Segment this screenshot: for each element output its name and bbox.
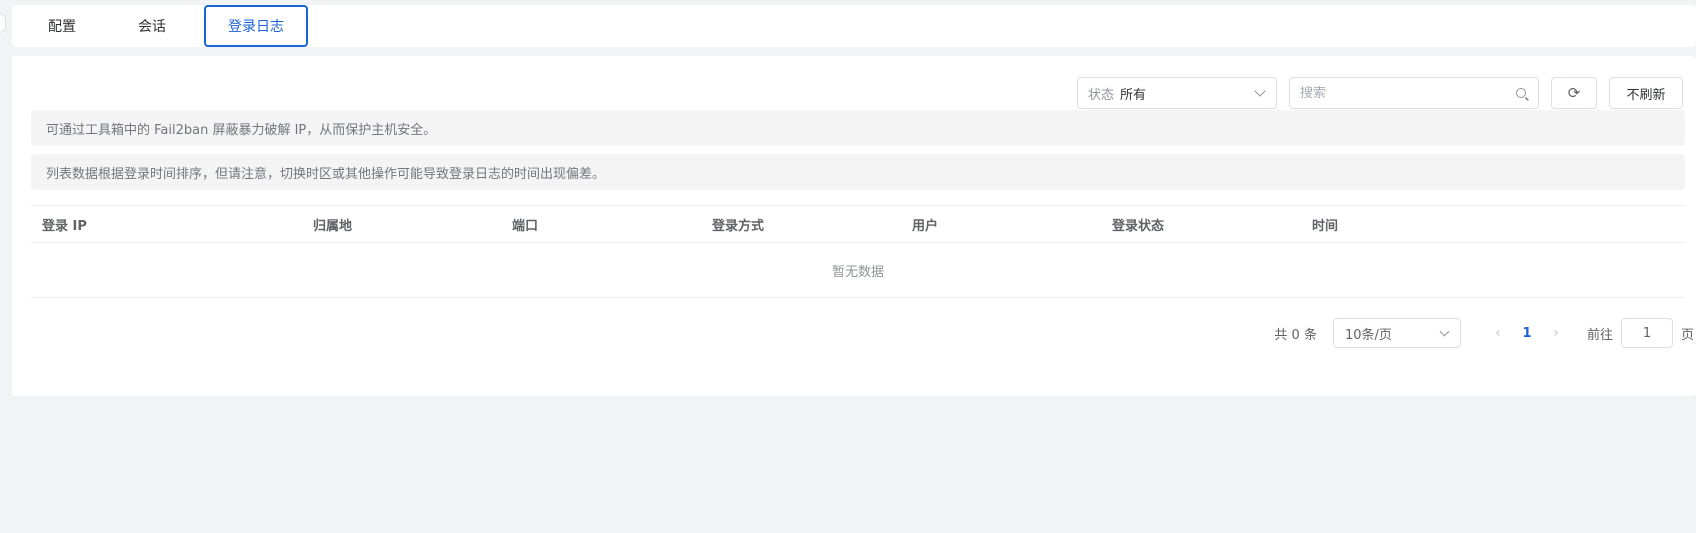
tab-session[interactable]: 会话: [114, 5, 190, 47]
next-page-button[interactable]: ›: [1541, 325, 1571, 341]
status-filter-select[interactable]: 状态 所有: [1077, 77, 1277, 109]
column-port: 端口: [512, 218, 539, 234]
collapse-handle[interactable]: [0, 13, 6, 33]
table-header: 登录 IP 归属地 端口 登录方式 用户 登录状态 时间: [31, 205, 1685, 243]
tab-login-log[interactable]: 登录日志: [204, 5, 308, 47]
notice-timezone: 列表数据根据登录时间排序，但请注意，切换时区或其他操作可能导致登录日志的时间出现…: [31, 154, 1685, 190]
status-filter-label: 状态: [1088, 87, 1115, 103]
search-icon[interactable]: [1516, 88, 1526, 98]
empty-state: 暂无数据: [31, 243, 1685, 298]
goto-label: 前往: [1586, 327, 1613, 343]
column-time: 时间: [1312, 218, 1339, 234]
column-login-ip: 登录 IP: [42, 218, 87, 234]
pagination-total: 共 0 条: [1274, 327, 1317, 343]
page-size-value: 10条/页: [1344, 327, 1392, 343]
refresh-icon: ⟳: [1567, 84, 1581, 102]
notice-fail2ban: 可通过工具箱中的 Fail2ban 屏蔽暴力破解 IP，从而保护主机安全。: [31, 110, 1685, 146]
login-log-panel: 状态 所有 ⟳ 不刷新 可通过工具箱中的 Fail2ban 屏蔽暴力破解 IP，…: [12, 56, 1696, 396]
column-login-status: 登录状态: [1112, 218, 1165, 234]
status-filter-value: 所有: [1120, 87, 1147, 103]
auto-refresh-button[interactable]: 不刷新: [1609, 77, 1683, 109]
chevron-down-icon: [1439, 326, 1450, 337]
page-unit-label: 页: [1680, 327, 1694, 343]
pagination: 共 0 条 10条/页 ‹ 1 › 前往 页: [1274, 318, 1696, 348]
page-number-current[interactable]: 1: [1513, 326, 1541, 341]
column-location: 归属地: [313, 218, 353, 234]
login-log-table: 登录 IP 归属地 端口 登录方式 用户 登录状态 时间 暂无数据: [31, 205, 1685, 298]
tab-config[interactable]: 配置: [24, 5, 100, 47]
page-size-select[interactable]: 10条/页: [1332, 318, 1461, 348]
tab-bar: 配置 会话 登录日志: [12, 5, 1696, 47]
goto-page-input[interactable]: [1620, 318, 1673, 348]
column-user: 用户: [912, 218, 939, 234]
search-box: [1289, 77, 1539, 109]
toolbar: 状态 所有 ⟳ 不刷新: [1077, 77, 1683, 109]
column-login-method: 登录方式: [712, 218, 765, 234]
prev-page-button[interactable]: ‹: [1483, 325, 1513, 341]
chevron-down-icon: [1254, 85, 1266, 97]
refresh-button[interactable]: ⟳: [1551, 77, 1597, 109]
search-input[interactable]: [1300, 85, 1500, 101]
